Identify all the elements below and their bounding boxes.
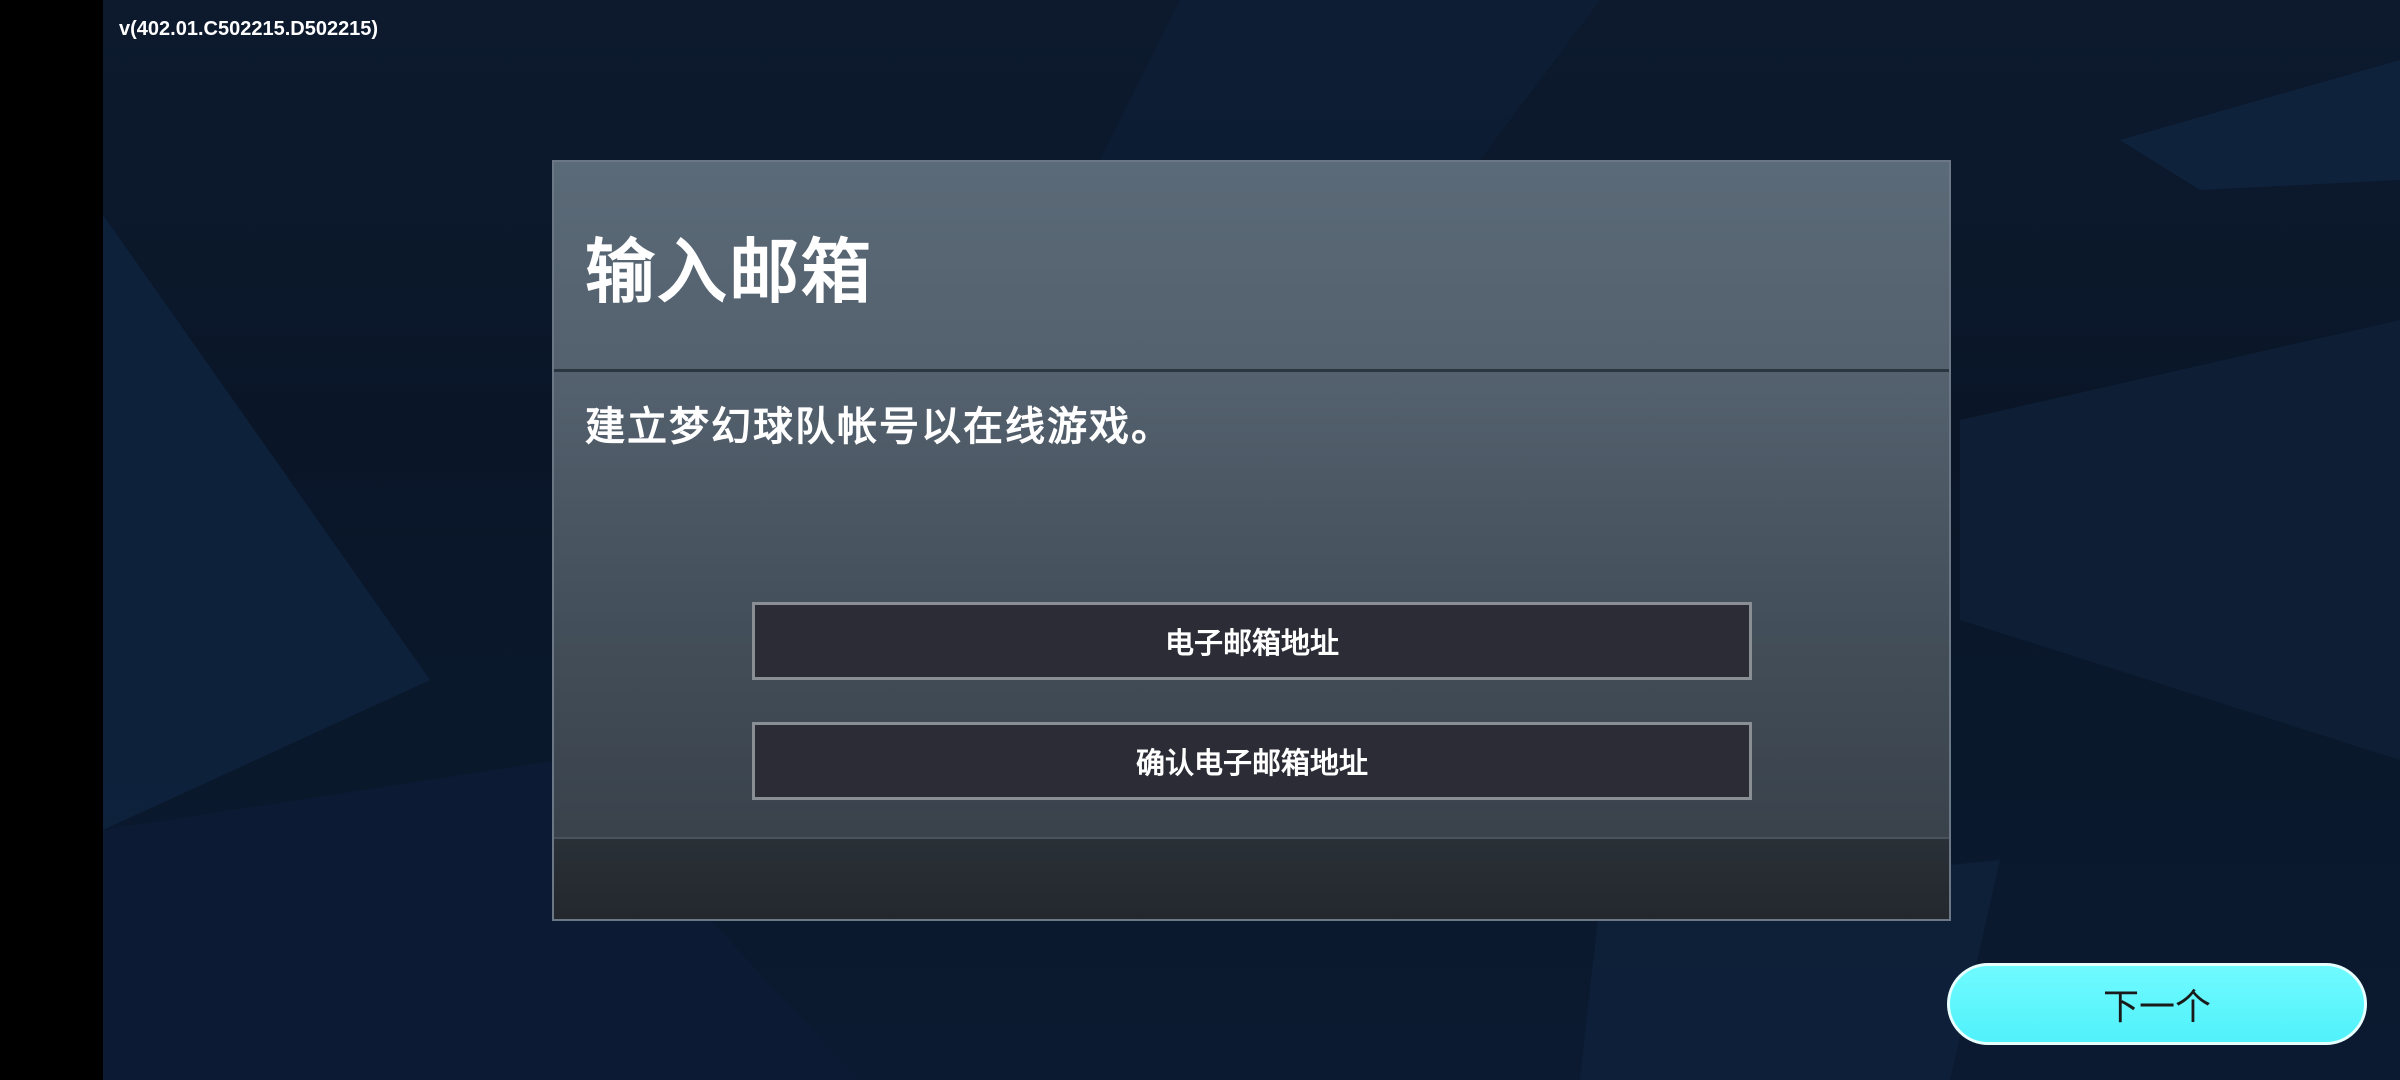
email-dialog: 输入邮箱 建立梦幻球队帐号以在线游戏。 电子邮箱地址 确认电子邮箱地址: [552, 160, 1951, 921]
email-field[interactable]: 电子邮箱地址: [752, 602, 1752, 680]
confirm-email-field-placeholder: 确认电子邮箱地址: [1135, 746, 1368, 780]
version-label: v(402.01.C502215.D502215): [119, 18, 379, 40]
email-field-placeholder: 电子邮箱地址: [1164, 626, 1339, 660]
dialog-header: 输入邮箱: [554, 162, 1949, 372]
confirm-email-field[interactable]: 确认电子邮箱地址: [752, 722, 1752, 800]
next-button[interactable]: 下一个: [1947, 963, 2367, 1045]
left-black-bar: [0, 0, 103, 1080]
dialog-subtitle: 建立梦幻球队帐号以在线游戏。: [585, 404, 1173, 450]
dialog-footer: [554, 837, 1949, 919]
screen: v(402.01.C502215.D502215) 输入邮箱 建立梦幻球队帐号以…: [0, 0, 2400, 1080]
dialog-title: 输入邮箱: [585, 231, 873, 313]
next-button-label: 下一个: [2102, 987, 2211, 1028]
